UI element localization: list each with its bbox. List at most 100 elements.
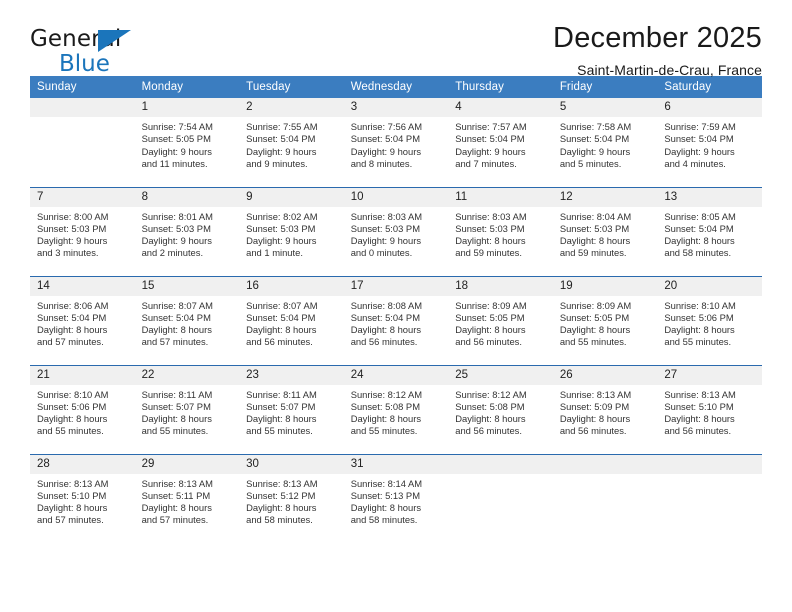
calendar-day-cell[interactable]: 21 Sunrise: 8:10 AM Sunset: 5:06 PM Dayligh…	[30, 364, 135, 454]
daylight-text: Daylight: 8 hours	[559, 413, 631, 425]
calendar-day-cell[interactable]: 12 Sunrise: 8:04 AM Sunset: 5:03 PM Dayligh…	[552, 186, 658, 276]
calendar-week-row: 28 Sunrise: 8:13 AM Sunset: 5:10 PM Dayligh…	[30, 453, 762, 543]
daylight-text: and 4 minutes.	[664, 157, 726, 169]
calendar-day-cell[interactable]: 3 Sunrise: 7:56 AM Sunset: 5:04 PM Daylight…	[343, 98, 449, 187]
calendar-day-cell[interactable]: 25 Sunrise: 8:12 AM Sunset: 5:08 PM Dayligh…	[448, 364, 553, 454]
sunrise-text: Sunrise: 8:12 AM	[350, 388, 423, 400]
daylight-text: and 56 minutes.	[455, 336, 522, 348]
calendar-day-cell[interactable]: 1 Sunrise: 7:54 AM Sunset: 5:05 PM Daylight…	[134, 98, 240, 187]
sunset-text: Sunset: 5:06 PM	[664, 311, 734, 323]
day-number: 7	[30, 187, 135, 207]
logo-text-general: General	[30, 26, 122, 52]
sunset-text: Sunset: 5:09 PM	[559, 400, 630, 412]
sunrise-text: Sunrise: 8:07 AM	[246, 299, 318, 311]
day-number: 26	[552, 365, 658, 385]
sunset-text: Sunset: 5:05 PM	[559, 311, 630, 323]
day-details: Sunrise: 7:59 AM Sunset: 5:04 PM Daylight:…	[657, 117, 762, 170]
day-number: 24	[343, 365, 449, 385]
calendar-day-cell[interactable]: 7 Sunrise: 8:00 AM Sunset: 5:03 PM Daylight…	[30, 186, 135, 276]
calendar-day-cell[interactable]: 19 Sunrise: 8:09 AM Sunset: 5:05 PM Dayligh…	[552, 275, 658, 365]
calendar-day-cell[interactable]: 23 Sunrise: 8:11 AM Sunset: 5:07 PM Dayligh…	[239, 364, 344, 454]
calendar-day-cell[interactable]: 17 Sunrise: 8:08 AM Sunset: 5:04 PM Dayligh…	[343, 275, 449, 365]
calendar-week-row: 14 Sunrise: 8:06 AM Sunset: 5:04 PM Dayligh…	[30, 275, 762, 365]
calendar-day-cell[interactable]: 16 Sunrise: 8:07 AM Sunset: 5:04 PM Dayligh…	[239, 275, 344, 365]
daylight-text: Daylight: 8 hours	[350, 502, 422, 514]
day-details: Sunrise: 8:13 AM Sunset: 5:11 PM Daylight:…	[135, 474, 240, 527]
day-details: Sunrise: 8:09 AM Sunset: 5:05 PM Daylight:…	[448, 296, 553, 349]
day-details: Sunrise: 8:02 AM Sunset: 5:03 PM Daylight:…	[239, 207, 344, 260]
weekday-header-wednesday: Wednesday	[343, 76, 449, 98]
calendar-day-cell[interactable]: 5 Sunrise: 7:58 AM Sunset: 5:04 PM Daylight…	[552, 98, 658, 187]
day-details: Sunrise: 8:05 AM Sunset: 5:04 PM Daylight:…	[657, 207, 762, 260]
sunset-text: Sunset: 5:04 PM	[246, 133, 316, 145]
sunset-text: Sunset: 5:04 PM	[664, 222, 734, 234]
calendar-day-cell[interactable]: 15 Sunrise: 8:07 AM Sunset: 5:04 PM Dayligh…	[134, 275, 240, 365]
day-number: 22	[134, 365, 240, 385]
general-blue-logo[interactable]: General Blue	[30, 22, 160, 76]
daylight-text: and 58 minutes.	[350, 514, 418, 526]
daylight-text: Daylight: 8 hours	[455, 324, 526, 336]
day-number: 4	[448, 98, 553, 117]
calendar-day-cell[interactable]: 13 Sunrise: 8:05 AM Sunset: 5:04 PM Dayligh…	[657, 186, 762, 276]
daylight-text: and 57 minutes.	[141, 336, 209, 348]
daylight-text: Daylight: 8 hours	[664, 235, 735, 247]
sunset-text: Sunset: 5:04 PM	[664, 133, 734, 145]
sunset-text: Sunset: 5:07 PM	[246, 400, 316, 412]
title-block: December 2025 Saint-Martin-de-Crau, Fran…	[553, 22, 762, 78]
day-number: 3	[343, 98, 449, 117]
sunrise-text: Sunrise: 8:02 AM	[246, 210, 318, 222]
day-details	[30, 117, 135, 121]
calendar-day-cell[interactable]: 4 Sunrise: 7:57 AM Sunset: 5:04 PM Daylight…	[448, 98, 553, 187]
calendar-day-cell[interactable]: 6 Sunrise: 7:59 AM Sunset: 5:04 PM Daylight…	[657, 98, 762, 187]
day-details: Sunrise: 8:08 AM Sunset: 5:04 PM Daylight:…	[344, 296, 449, 349]
calendar-day-cell[interactable]: 20 Sunrise: 8:10 AM Sunset: 5:06 PM Dayligh…	[657, 275, 762, 365]
day-number: 29	[134, 454, 240, 474]
calendar-day-cell[interactable]: 14 Sunrise: 8:06 AM Sunset: 5:04 PM Dayligh…	[30, 275, 135, 365]
calendar-day-cell[interactable]: 2 Sunrise: 7:55 AM Sunset: 5:04 PM Daylight…	[239, 98, 344, 187]
calendar-day-cell[interactable]: 28 Sunrise: 8:13 AM Sunset: 5:10 PM Dayligh…	[30, 453, 135, 543]
calendar-day-cell[interactable]: 10 Sunrise: 8:03 AM Sunset: 5:03 PM Dayligh…	[343, 186, 449, 276]
day-number: 25	[448, 365, 553, 385]
daylight-text: Daylight: 8 hours	[350, 324, 422, 336]
daylight-text: and 56 minutes.	[559, 425, 627, 437]
day-number: 19	[552, 276, 658, 296]
day-details: Sunrise: 8:10 AM Sunset: 5:06 PM Daylight:…	[30, 385, 135, 438]
calendar-day-cell[interactable]: 24 Sunrise: 8:12 AM Sunset: 5:08 PM Dayligh…	[343, 364, 449, 454]
sunrise-text: Sunrise: 8:11 AM	[246, 388, 317, 400]
daylight-text: Daylight: 9 hours	[350, 145, 422, 157]
daylight-text: and 1 minute.	[246, 247, 303, 259]
day-number: 23	[239, 365, 344, 385]
day-number	[448, 454, 553, 474]
calendar-day-cell[interactable]: 31 Sunrise: 8:14 AM Sunset: 5:13 PM Dayligh…	[343, 453, 449, 543]
calendar-day-cell[interactable]: 8 Sunrise: 8:01 AM Sunset: 5:03 PM Daylight…	[134, 186, 240, 276]
day-details: Sunrise: 8:07 AM Sunset: 5:04 PM Daylight:…	[135, 296, 240, 349]
day-number: 11	[448, 187, 553, 207]
calendar-day-cell[interactable]: 29 Sunrise: 8:13 AM Sunset: 5:11 PM Dayligh…	[134, 453, 240, 543]
day-details: Sunrise: 8:01 AM Sunset: 5:03 PM Daylight:…	[135, 207, 240, 260]
calendar-day-cell[interactable]: 18 Sunrise: 8:09 AM Sunset: 5:05 PM Dayligh…	[448, 275, 553, 365]
sunset-text: Sunset: 5:04 PM	[141, 311, 211, 323]
daylight-text: and 55 minutes.	[350, 425, 418, 437]
page-title: December 2025	[553, 22, 762, 54]
day-number: 20	[657, 276, 762, 296]
sunrise-text: Sunrise: 7:58 AM	[559, 121, 632, 132]
day-number: 31	[343, 454, 449, 474]
calendar-day-cell[interactable]: 27 Sunrise: 8:13 AM Sunset: 5:10 PM Dayligh…	[657, 364, 762, 454]
calendar-day-cell[interactable]: 11 Sunrise: 8:03 AM Sunset: 5:03 PM Dayligh…	[448, 186, 553, 276]
daylight-text: Daylight: 8 hours	[246, 324, 317, 336]
calendar-day-cell[interactable]: 9 Sunrise: 8:02 AM Sunset: 5:03 PM Daylight…	[239, 186, 344, 276]
daylight-text: Daylight: 8 hours	[37, 502, 108, 514]
day-number: 14	[30, 276, 135, 296]
calendar-body: 1 Sunrise: 7:54 AM Sunset: 5:05 PM Daylight…	[30, 98, 762, 543]
daylight-text: Daylight: 9 hours	[141, 235, 212, 247]
weekday-header-saturday: Saturday	[657, 76, 762, 98]
daylight-text: Daylight: 9 hours	[246, 235, 317, 247]
calendar-day-cell[interactable]: 30 Sunrise: 8:13 AM Sunset: 5:12 PM Dayligh…	[239, 453, 344, 543]
calendar-day-cell[interactable]: 26 Sunrise: 8:13 AM Sunset: 5:09 PM Dayligh…	[552, 364, 658, 454]
calendar-week-row: 21 Sunrise: 8:10 AM Sunset: 5:06 PM Dayligh…	[30, 364, 762, 454]
daylight-text: and 7 minutes.	[455, 157, 517, 169]
daylight-text: and 56 minutes.	[664, 425, 732, 437]
daylight-text: Daylight: 8 hours	[455, 235, 526, 247]
calendar-day-cell[interactable]: 22 Sunrise: 8:11 AM Sunset: 5:07 PM Dayligh…	[134, 364, 240, 454]
calendar-week-row: 7 Sunrise: 8:00 AM Sunset: 5:03 PM Daylight…	[30, 186, 762, 276]
